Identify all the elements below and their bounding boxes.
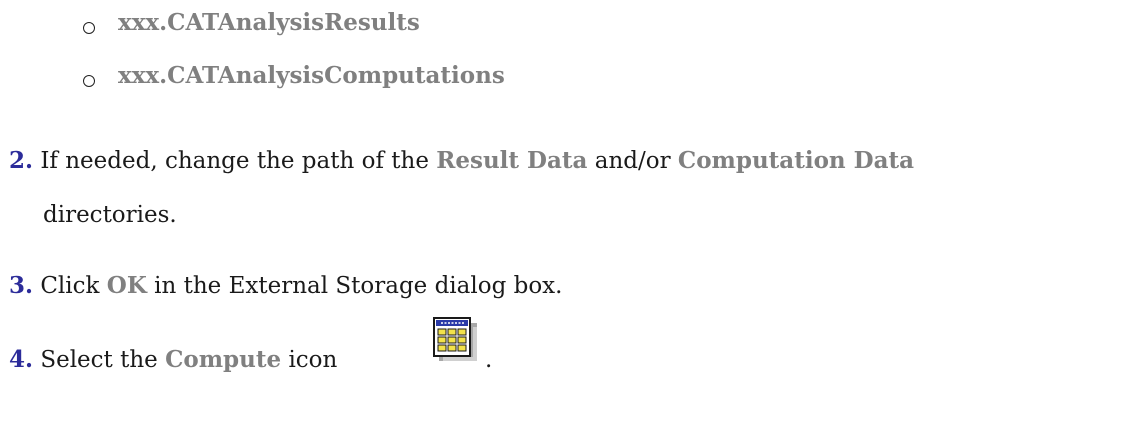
bullet-icon — [83, 75, 95, 87]
bullet-item: xxx.CATAnalysisComputations — [118, 62, 505, 90]
step-2: 2. If needed, change the path of the Res… — [9, 147, 914, 175]
computation-data-label: Computation Data — [677, 147, 915, 174]
step-number: 3. — [9, 272, 34, 299]
step-number: 4. — [9, 346, 34, 373]
compute-icon[interactable] — [433, 317, 479, 363]
ok-label: OK — [106, 272, 147, 299]
step-2-continuation: directories. — [43, 201, 177, 229]
bullet-icon — [83, 22, 95, 34]
step-text: If needed, change the path of the — [40, 148, 429, 174]
bullet-item: xxx.CATAnalysisResults — [118, 9, 420, 37]
step-text: icon — [288, 347, 338, 373]
compute-label: Compute — [165, 346, 282, 373]
step-text: . — [485, 347, 493, 373]
bullet-text: xxx.CATAnalysisResults — [118, 9, 420, 36]
step-text: in the External Storage dialog box. — [154, 273, 563, 299]
step-text: and/or — [594, 148, 671, 174]
step-text: Select the — [40, 347, 158, 373]
step-3: 3. Click OK in the External Storage dial… — [9, 272, 562, 300]
step-4: 4. Select the Compute icon — [9, 346, 337, 374]
result-data-label: Result Data — [436, 147, 588, 174]
step-number: 2. — [9, 147, 34, 174]
bullet-text: xxx.CATAnalysisComputations — [118, 62, 505, 89]
step-text: directories. — [43, 202, 177, 228]
step-text: Click — [40, 273, 100, 299]
step-4-end: . — [485, 346, 492, 374]
